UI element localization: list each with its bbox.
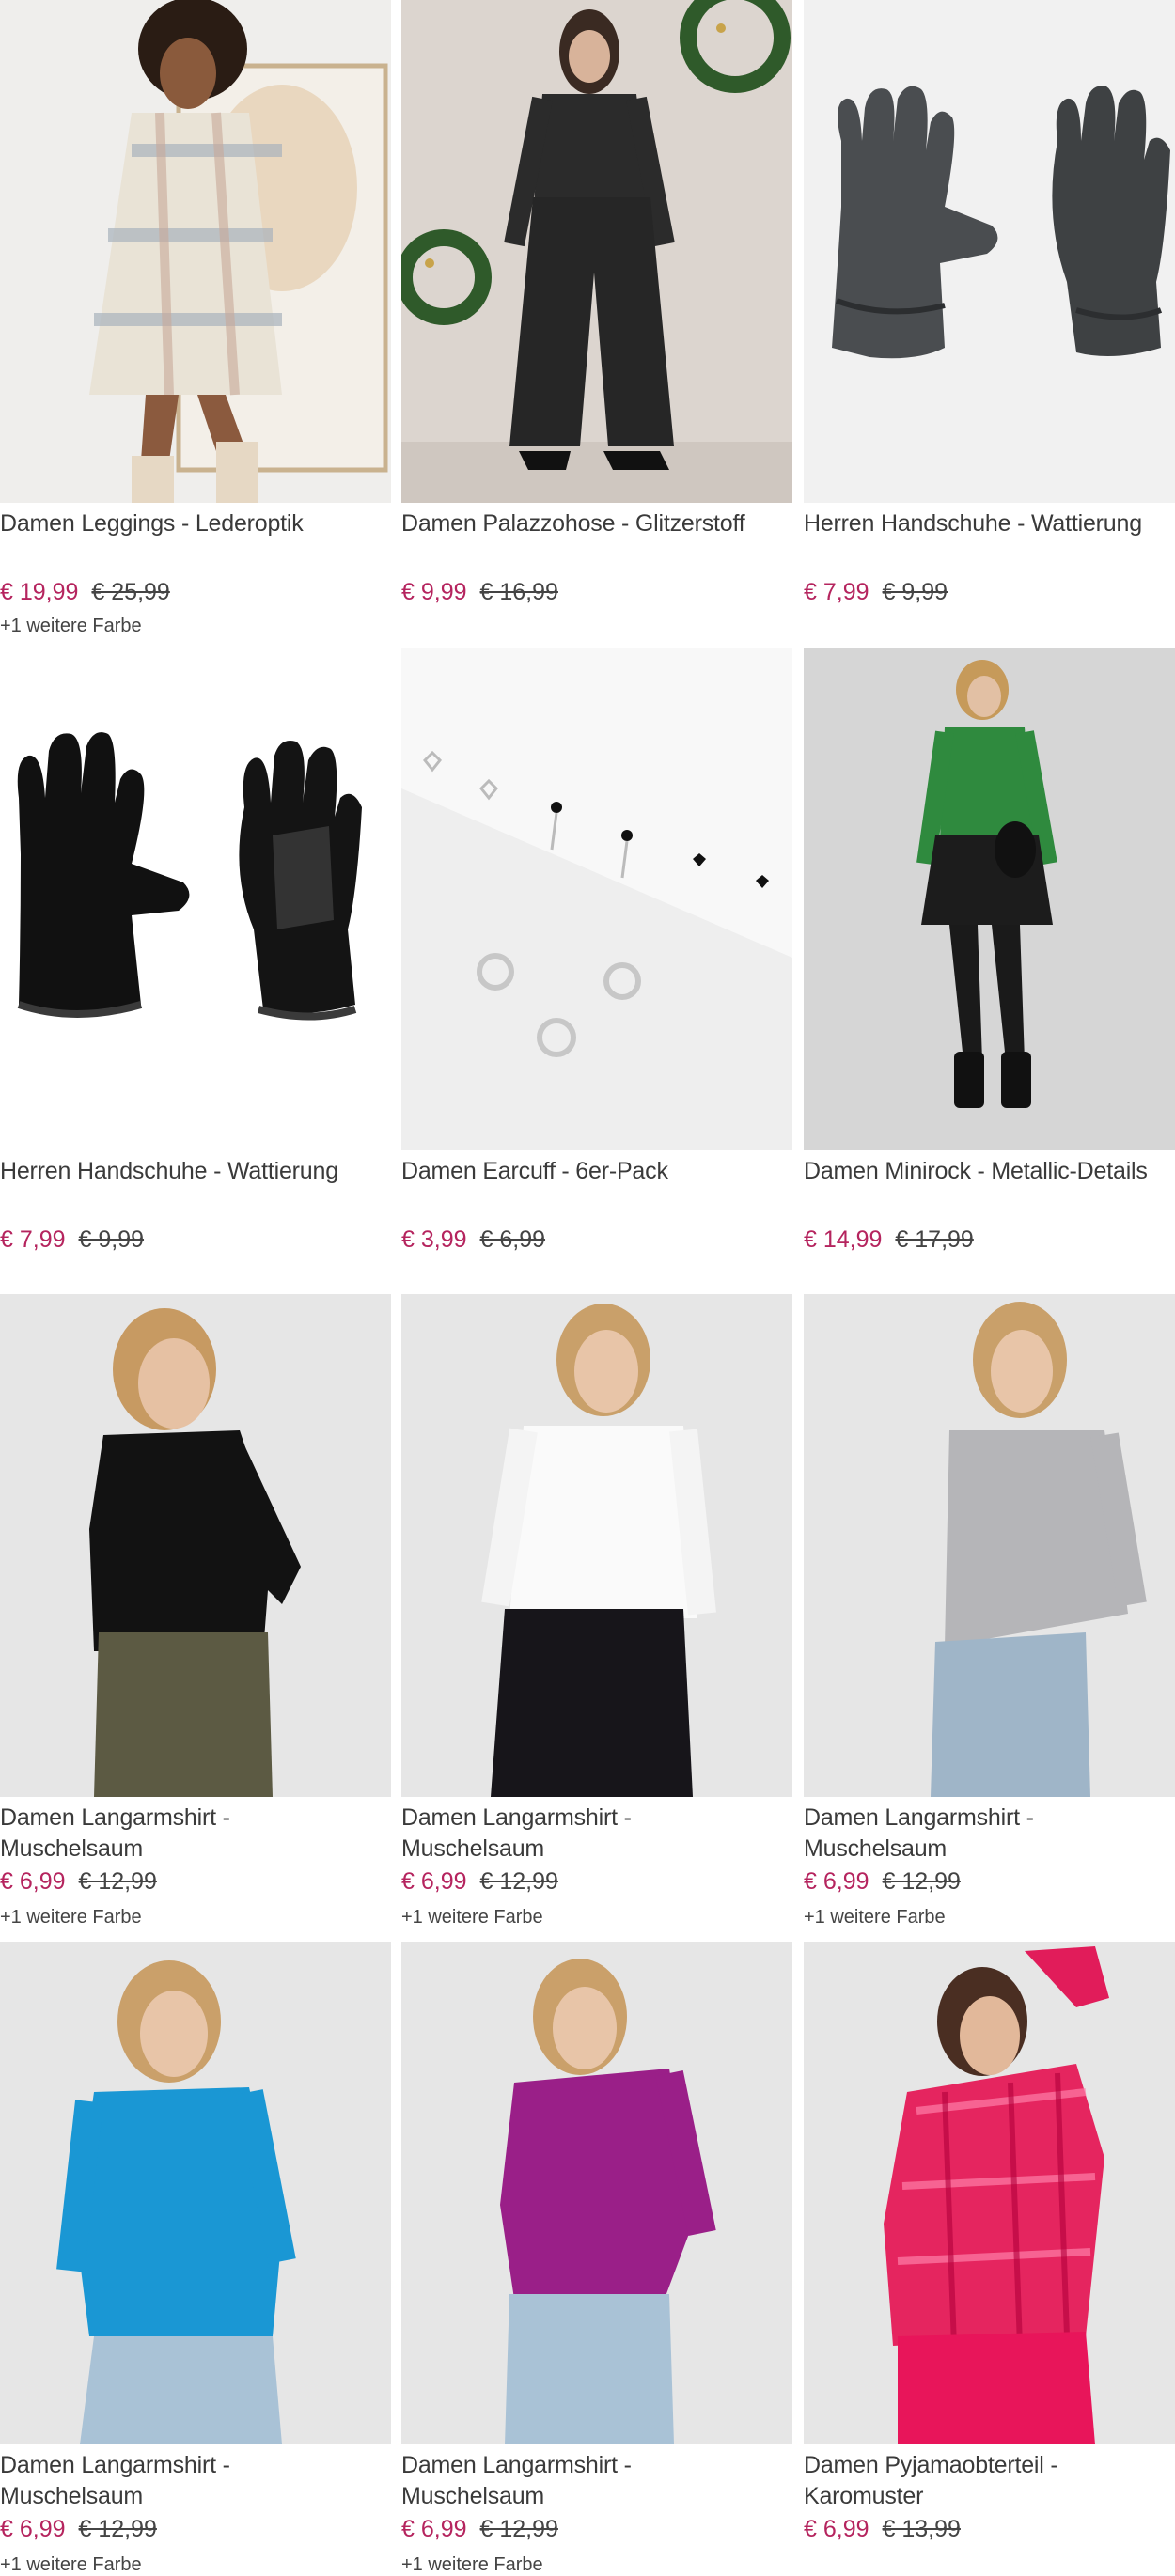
product-name[interactable]: Damen Langarmshirt - Muschelsaum	[0, 2450, 391, 2512]
price-row: € 14,99 € 17,99	[804, 1226, 974, 1254]
original-price: € 12,99	[78, 1868, 157, 1895]
sale-price: € 7,99	[804, 579, 870, 605]
product-image[interactable]	[804, 0, 1175, 503]
original-price: € 17,99	[895, 1226, 974, 1253]
price-row: € 6,99 € 13,99	[804, 2515, 961, 2543]
product-image[interactable]	[0, 648, 391, 1150]
product-card[interactable]: Damen Langarmshirt - Muschelsaum € 6,99 €…	[0, 1294, 391, 1928]
product-name[interactable]: Damen Leggings - Lederoptik	[0, 508, 391, 539]
price-row: € 19,99 € 25,99	[0, 578, 170, 606]
product-name[interactable]: Damen Palazzohose - Glitzerstoff	[401, 508, 792, 539]
product-card[interactable]: Damen Langarmshirt - Muschelsaum € 6,99 €…	[0, 1942, 391, 2575]
price-row: € 6,99 € 12,99	[401, 2515, 558, 2543]
original-price: € 12,99	[78, 2516, 157, 2542]
product-image[interactable]	[804, 1942, 1175, 2444]
product-card[interactable]: Damen Langarmshirt - Muschelsaum € 6,99 €…	[804, 1294, 1175, 1928]
product-card[interactable]: Damen Leggings - Lederoptik € 19,99 € 25,…	[0, 0, 391, 636]
price-row: € 6,99 € 12,99	[0, 1867, 157, 1896]
product-image[interactable]	[401, 1942, 792, 2444]
more-colors-link[interactable]: +1 weitere Farbe	[401, 2553, 543, 2576]
more-colors-link[interactable]: +1 weitere Farbe	[0, 1906, 142, 1928]
more-colors-link[interactable]: +1 weitere Farbe	[0, 2553, 142, 2576]
product-card[interactable]: Damen Langarmshirt - Muschelsaum € 6,99 €…	[401, 1942, 792, 2575]
sale-price: € 7,99	[0, 1226, 66, 1253]
product-card[interactable]: Damen Minirock - Metallic-Details € 14,9…	[804, 648, 1175, 1253]
price-row: € 6,99 € 12,99	[401, 1867, 558, 1896]
product-card[interactable]: Damen Earcuff - 6er-Pack € 3,99 € 6,99	[401, 648, 792, 1253]
original-price: € 6,99	[479, 1226, 546, 1253]
sale-price: € 6,99	[401, 1868, 467, 1895]
sale-price: € 19,99	[0, 579, 79, 605]
product-image[interactable]	[401, 648, 792, 1150]
price-row: € 6,99 € 12,99	[804, 1867, 961, 1896]
product-name[interactable]: Damen Langarmshirt - Muschelsaum	[804, 1803, 1175, 1865]
original-price: € 12,99	[479, 1868, 558, 1895]
price-row: € 6,99 € 12,99	[0, 2515, 157, 2543]
product-name[interactable]: Damen Minirock - Metallic-Details	[804, 1156, 1175, 1187]
product-card[interactable]: Herren Handschuhe - Wattierung € 7,99 € 9…	[804, 0, 1175, 605]
product-name[interactable]: Herren Handschuhe - Wattierung	[0, 1156, 391, 1187]
product-card[interactable]: Herren Handschuhe - Wattierung € 7,99 € 9…	[0, 648, 391, 1253]
price-row: € 3,99 € 6,99	[401, 1226, 545, 1254]
product-image[interactable]	[0, 0, 391, 503]
product-name[interactable]: Damen Earcuff - 6er-Pack	[401, 1156, 792, 1187]
more-colors-link[interactable]: +1 weitere Farbe	[804, 1906, 946, 1928]
original-price: € 13,99	[882, 2516, 961, 2542]
price-row: € 7,99 € 9,99	[0, 1226, 144, 1254]
original-price: € 12,99	[479, 2516, 558, 2542]
product-name[interactable]: Herren Handschuhe - Wattierung	[804, 508, 1175, 539]
product-image[interactable]	[804, 1294, 1175, 1797]
sale-price: € 6,99	[401, 2516, 467, 2542]
sale-price: € 6,99	[804, 1868, 870, 1895]
original-price: € 25,99	[91, 579, 170, 605]
original-price: € 9,99	[78, 1226, 145, 1253]
product-name[interactable]: Damen Langarmshirt - Muschelsaum	[401, 2450, 792, 2512]
price-row: € 9,99 € 16,99	[401, 578, 558, 606]
original-price: € 9,99	[882, 579, 948, 605]
product-card[interactable]: Damen Pyjamaobterteil - Karomuster € 6,9…	[804, 1942, 1175, 2542]
product-name[interactable]: Damen Langarmshirt - Muschelsaum	[401, 1803, 792, 1865]
price-row: € 7,99 € 9,99	[804, 578, 948, 606]
product-card[interactable]: Damen Palazzohose - Glitzerstoff € 9,99 €…	[401, 0, 792, 605]
more-colors-link[interactable]: +1 weitere Farbe	[0, 615, 142, 637]
product-name[interactable]: Damen Pyjamaobterteil - Karomuster	[804, 2450, 1175, 2512]
sale-price: € 9,99	[401, 579, 467, 605]
product-name[interactable]: Damen Langarmshirt - Muschelsaum	[0, 1803, 391, 1865]
sale-price: € 3,99	[401, 1226, 467, 1253]
product-card[interactable]: Damen Langarmshirt - Muschelsaum € 6,99 €…	[401, 1294, 792, 1928]
product-image[interactable]	[0, 1942, 391, 2444]
product-image[interactable]	[401, 0, 792, 503]
sale-price: € 6,99	[0, 1868, 66, 1895]
sale-price: € 6,99	[804, 2516, 870, 2542]
more-colors-link[interactable]: +1 weitere Farbe	[401, 1906, 543, 1928]
original-price: € 12,99	[882, 1868, 961, 1895]
sale-price: € 6,99	[0, 2516, 66, 2542]
product-image[interactable]	[401, 1294, 792, 1797]
product-image[interactable]	[804, 648, 1175, 1150]
sale-price: € 14,99	[804, 1226, 883, 1253]
product-image[interactable]	[0, 1294, 391, 1797]
original-price: € 16,99	[479, 579, 558, 605]
